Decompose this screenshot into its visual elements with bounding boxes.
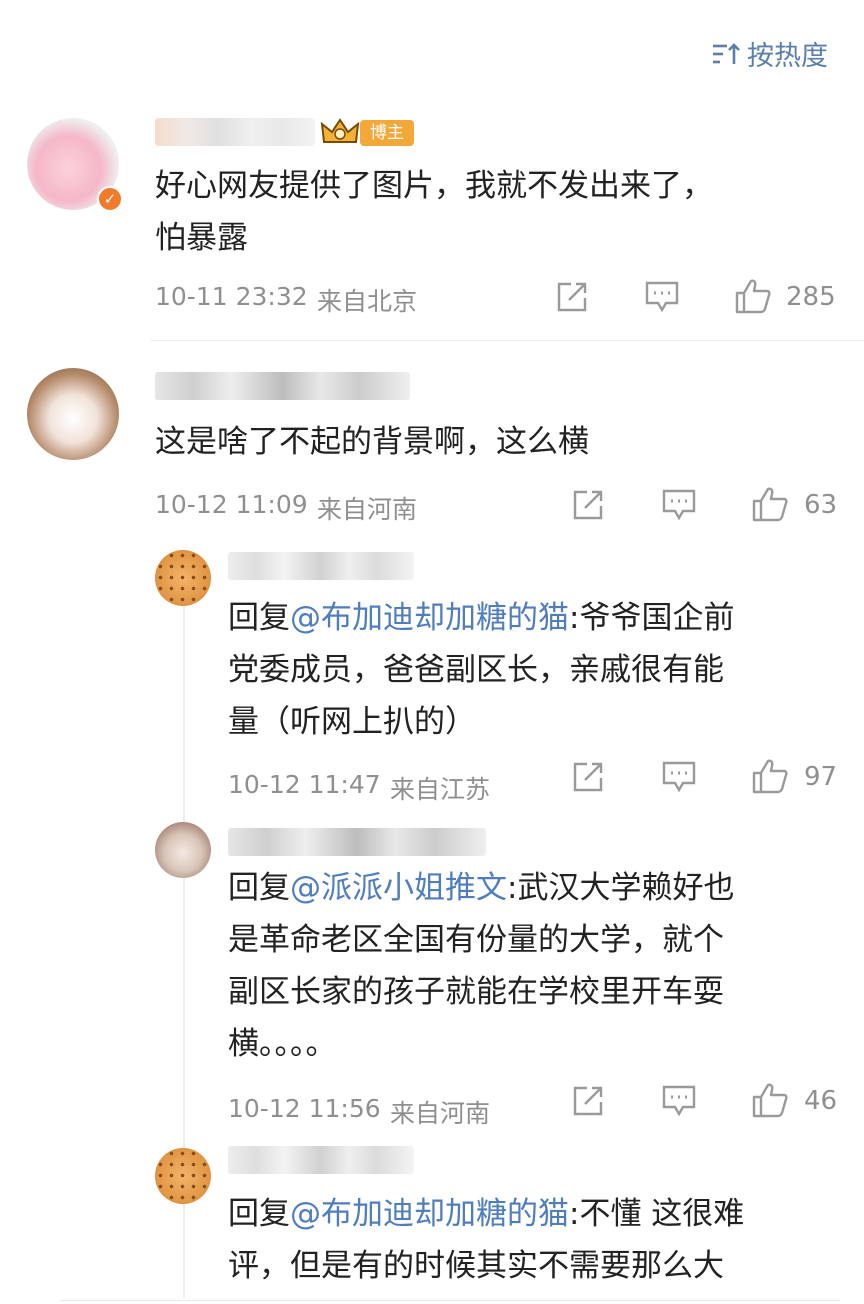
reply-location: 来自河南 [390,1099,491,1128]
reply-text-line2: 是革命老区全国有份量的大学，就个 [228,922,724,958]
comment-location: 来自北京 [317,287,418,316]
like-icon[interactable] [751,486,789,526]
divider [150,340,864,341]
sort-icon [711,41,741,67]
comment-location: 来自河南 [317,495,418,524]
like-count: 97 [804,762,838,792]
username-blurred[interactable] [155,372,410,400]
like-icon[interactable] [751,758,789,798]
share-icon[interactable] [571,1084,605,1122]
reply-text-line1: 回复@布加迪却加糖的猫:爷爷国企前 [228,600,735,636]
share-icon[interactable] [555,280,589,318]
crown-icon [320,118,360,146]
divider [60,1300,840,1301]
avatar[interactable] [27,368,119,460]
mention-link[interactable]: @派派小姐推文 [290,870,507,906]
reply-text-line2: 党委成员，爸爸副区长，亲戚很有能 [228,652,724,688]
comment-icon[interactable] [661,488,697,526]
verified-badge-icon: ✓ [97,186,123,212]
like-count: 63 [804,490,838,520]
mention-link[interactable]: @布加迪却加糖的猫 [290,1196,569,1232]
reply-text-line3: 量（听网上扒的） [228,704,476,740]
comment-text: 好心网友提供了图片，我就不发出来了， [155,168,713,204]
reply-time: 10-12 11:47 [228,770,381,799]
reply-time: 10-12 11:56 [228,1094,381,1123]
comment-time: 10-12 11:09 [155,490,308,519]
author-badge: 博主 [360,120,414,146]
reply-location: 来自江苏 [390,775,491,804]
like-icon[interactable] [734,278,772,318]
username-blurred[interactable] [228,828,486,856]
reply-text-line1: 回复@布加迪却加糖的猫:不懂 这很难 [228,1196,745,1232]
comment-text-line2: 怕暴露 [155,220,248,256]
username-blurred[interactable] [155,118,315,146]
avatar[interactable] [155,1148,211,1204]
avatar[interactable] [155,550,211,606]
comment-icon[interactable] [661,760,697,798]
mention-link[interactable]: @布加迪却加糖的猫 [290,600,569,636]
comment-text: 这是啥了不起的背景啊，这么横 [155,424,589,460]
like-count: 46 [804,1086,838,1116]
like-count: 285 [786,282,836,312]
username-blurred[interactable] [228,552,414,580]
like-icon[interactable] [751,1082,789,1122]
comment-icon[interactable] [661,1084,697,1122]
avatar[interactable] [155,822,211,878]
share-icon[interactable] [571,760,605,798]
reply-text-line4: 横。。。。 [228,1026,337,1062]
reply-text-line1: 回复@派派小姐推文:武汉大学赖好也 [228,870,735,906]
reply-text-line2: 评，但是有的时候其实不需要那么大 [228,1248,724,1284]
sort-label: 按热度 [747,41,828,72]
share-icon[interactable] [571,488,605,526]
username-blurred[interactable] [228,1146,414,1174]
reply-text-line3: 副区长家的孩子就能在学校里开车耍 [228,974,724,1010]
comment-time: 10-11 23:32 [155,282,308,311]
sort-by-heat-button[interactable]: 按热度 [711,34,828,73]
comment-icon[interactable] [644,280,680,318]
